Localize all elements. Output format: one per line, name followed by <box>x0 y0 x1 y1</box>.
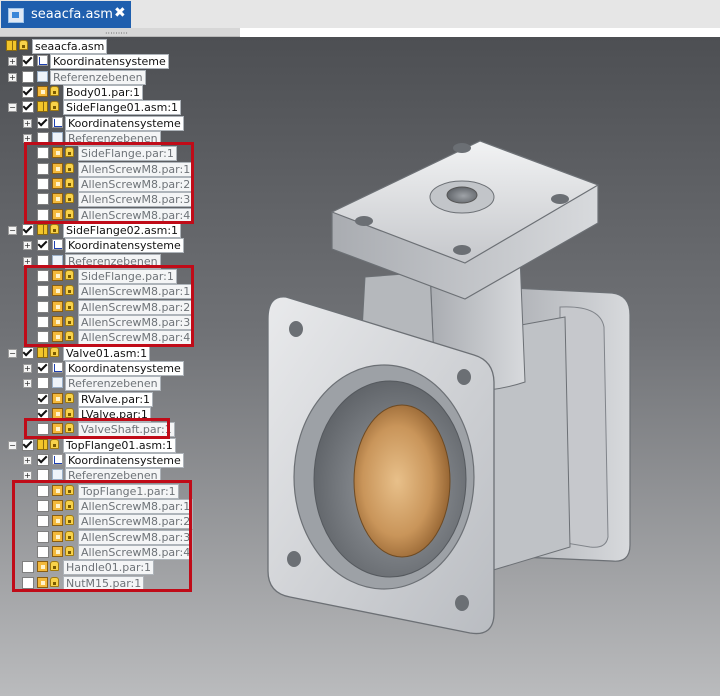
valve-ball-bronze-shape <box>353 404 451 558</box>
tree-item-label[interactable]: Koordinatensysteme <box>65 238 184 254</box>
assembly-file-icon <box>8 8 24 23</box>
top-hole-3 <box>551 194 569 204</box>
visibility-checkbox[interactable] <box>22 438 34 451</box>
visibility-checkbox[interactable] <box>22 346 34 359</box>
lock-icon <box>19 40 28 50</box>
tree-item-label[interactable]: Valve01.asm:1 <box>63 345 151 361</box>
visibility-checkbox[interactable] <box>22 55 34 68</box>
expand-plus-icon[interactable]: + <box>23 455 32 465</box>
lock-icon <box>50 101 59 112</box>
visibility-checkbox[interactable] <box>37 239 49 252</box>
front-hole-2 <box>457 369 471 385</box>
expand-plus-icon[interactable]: + <box>8 57 17 67</box>
front-hole-3 <box>287 551 301 567</box>
front-hole-4 <box>455 595 469 611</box>
highlight-box <box>12 479 192 592</box>
highlight-box <box>24 142 194 224</box>
close-tab-icon[interactable]: ✖ <box>114 5 126 21</box>
visibility-checkbox[interactable] <box>37 377 49 390</box>
assembly-icon <box>37 346 48 358</box>
highlight-box <box>24 264 194 347</box>
assembly-icon <box>37 438 48 450</box>
lock-icon <box>65 392 74 403</box>
expand-plus-icon[interactable]: + <box>23 118 32 128</box>
document-tab-title: seaacfa.asm <box>31 7 113 22</box>
coordinate-system-icon <box>52 116 63 128</box>
collapse-minus-icon[interactable]: − <box>8 225 17 235</box>
tree-item-label[interactable]: Koordinatensysteme <box>65 115 184 131</box>
document-tab-bar: seaacfa.asm ✖ <box>0 0 720 29</box>
expand-plus-icon[interactable]: + <box>23 379 32 389</box>
tree-item-label[interactable]: TopFlange01.asm:1 <box>63 437 176 453</box>
tree-item-label[interactable]: Koordinatensysteme <box>65 452 184 468</box>
top-hole-4 <box>453 245 471 255</box>
assembly-icon <box>37 223 48 235</box>
visibility-checkbox[interactable] <box>22 70 34 83</box>
reference-plane-icon <box>37 70 48 82</box>
collapse-minus-icon[interactable]: − <box>8 103 17 113</box>
top-bore-shape <box>446 186 478 204</box>
tree-item-label[interactable]: SideFlange02.asm:1 <box>63 222 182 238</box>
highlight-box <box>24 418 170 439</box>
lock-icon <box>50 346 59 357</box>
tree-item-label[interactable]: seaacfa.asm <box>32 39 108 54</box>
tree-item-label[interactable]: Koordinatensysteme <box>50 54 169 70</box>
top-hole-2 <box>355 216 373 226</box>
lock-icon <box>65 407 74 418</box>
expand-plus-icon[interactable]: + <box>8 72 17 82</box>
front-hole-1 <box>289 321 303 337</box>
visibility-checkbox[interactable] <box>37 453 49 466</box>
visibility-checkbox[interactable] <box>22 223 34 236</box>
model-viewport[interactable]: seaacfa.asm + Koordinatensysteme + Referenze… <box>0 37 720 696</box>
assembly-icon <box>37 101 48 113</box>
part-icon <box>37 85 48 97</box>
lock-icon <box>50 223 59 234</box>
document-tab[interactable]: seaacfa.asm ✖ <box>1 1 131 29</box>
lock-icon <box>50 438 59 449</box>
tree-item-label[interactable]: SideFlange01.asm:1 <box>63 100 182 116</box>
part-icon <box>52 407 63 419</box>
tree-item-label[interactable]: Body01.par:1 <box>63 84 144 100</box>
coordinate-system-icon <box>52 361 63 373</box>
tree-item-label[interactable]: Koordinatensysteme <box>65 360 184 376</box>
tree-item-label[interactable]: Referenzebenen <box>50 69 146 85</box>
visibility-checkbox[interactable] <box>37 361 49 374</box>
reference-plane-icon <box>52 377 63 389</box>
visibility-checkbox[interactable] <box>37 116 49 129</box>
coordinate-system-icon <box>52 239 63 251</box>
part-icon <box>52 392 63 404</box>
lock-icon <box>50 85 59 96</box>
collapse-minus-icon[interactable]: − <box>8 440 17 450</box>
visibility-checkbox[interactable] <box>22 85 34 98</box>
expand-plus-icon[interactable]: + <box>23 363 32 373</box>
visibility-checkbox[interactable] <box>22 101 34 114</box>
expand-plus-icon[interactable]: + <box>23 241 32 251</box>
collapse-minus-icon[interactable]: − <box>8 348 17 358</box>
pane-splitter[interactable]: ········· <box>0 28 240 38</box>
tree-item-label[interactable]: RValve.par:1 <box>78 391 154 407</box>
assembly-icon <box>6 40 17 51</box>
coordinate-system-icon <box>37 55 48 67</box>
tree-item-label[interactable]: Referenzebenen <box>65 376 161 392</box>
visibility-checkbox[interactable] <box>37 392 49 405</box>
top-hole-1 <box>453 143 471 153</box>
coordinate-system-icon <box>52 453 63 465</box>
